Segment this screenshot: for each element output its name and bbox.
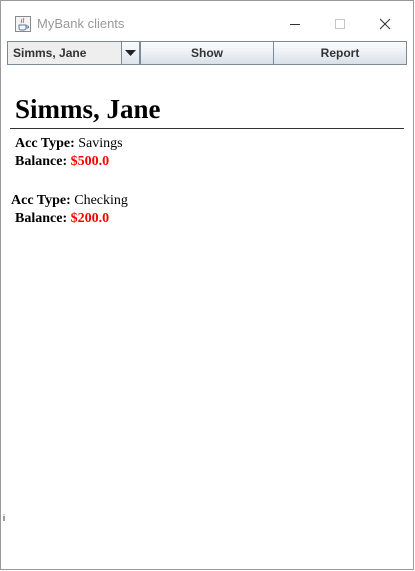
account-type-label: Acc Type: [11, 193, 71, 208]
client-name-heading: Simms, Jane [15, 94, 161, 124]
account-2-balance-line: Balance: $200.0 [15, 210, 109, 227]
window-title: MyBank clients [37, 16, 125, 31]
client-details-panel: Simms, Jane Acc Type: Savings Balance: $… [7, 67, 409, 567]
client-select-value: Simms, Jane [13, 46, 87, 60]
show-button[interactable]: Show [140, 41, 274, 65]
client-select[interactable]: Simms, Jane [7, 41, 140, 65]
maximize-icon [325, 18, 355, 30]
balance-value: $200.0 [70, 211, 110, 226]
toolbar: Simms, Jane Show Report [7, 41, 407, 66]
close-icon [370, 18, 400, 30]
account-type-value: Savings [78, 136, 123, 151]
java-cup-icon [15, 16, 31, 32]
balance-label: Balance: [15, 154, 68, 169]
minimize-icon [280, 18, 310, 30]
close-button[interactable] [370, 11, 400, 37]
stray-text-mark: i [3, 513, 5, 523]
balance-value: $500.0 [70, 154, 110, 169]
account-1-balance-line: Balance: $500.0 [15, 153, 109, 170]
client-select-dropdown-button[interactable] [121, 42, 139, 64]
heading-divider [10, 128, 404, 129]
account-1-type-line: Acc Type: Savings [15, 135, 123, 152]
balance-label: Balance: [15, 211, 68, 226]
account-2-type-line: Acc Type: Checking [11, 192, 128, 209]
title-bar[interactable]: MyBank clients [1, 1, 413, 39]
account-type-label: Acc Type: [15, 136, 75, 151]
app-window: MyBank clients Simms, Jane Show Report S… [0, 0, 414, 570]
minimize-button[interactable] [280, 11, 310, 37]
chevron-down-icon [125, 50, 136, 56]
account-type-value: Checking [74, 193, 128, 208]
maximize-button[interactable] [325, 11, 355, 37]
report-button[interactable]: Report [273, 41, 407, 65]
